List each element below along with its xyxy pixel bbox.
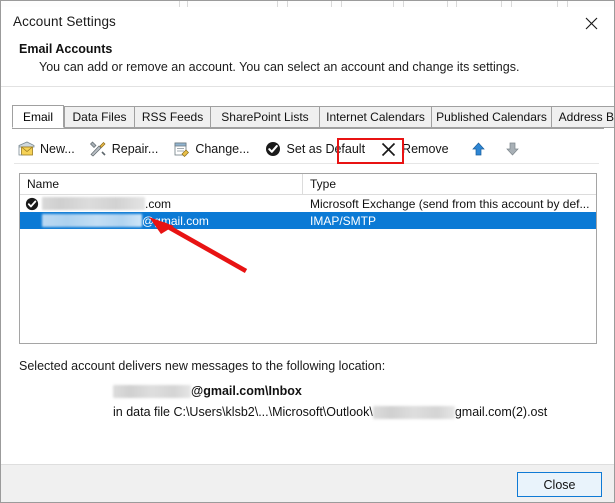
account-name-suffix: .com bbox=[145, 196, 172, 211]
account-name-suffix: @gmail.com bbox=[142, 213, 209, 228]
repair-tools-icon bbox=[89, 140, 107, 158]
account-settings-dialog: Account Settings Email Accounts You can … bbox=[0, 0, 615, 503]
remove-account-button[interactable]: Remove bbox=[376, 137, 456, 161]
delivery-datafile-prefix: in data file C:\Users\klsb2\...\Microsof… bbox=[113, 405, 373, 419]
tab-published-calendars[interactable]: Published Calendars bbox=[431, 106, 552, 128]
dialog-body: Email Data Files RSS Feeds SharePoint Li… bbox=[1, 87, 614, 464]
set-as-default-label: Set as Default bbox=[286, 142, 366, 156]
tab-baseline bbox=[12, 128, 604, 129]
tab-internet-calendars[interactable]: Internet Calendars bbox=[319, 106, 432, 128]
delivery-datafile-suffix: gmail.com(2).ost bbox=[454, 405, 548, 419]
repair-account-button[interactable]: Repair... bbox=[86, 137, 166, 161]
set-as-default-button[interactable]: Set as Default bbox=[261, 137, 373, 161]
tab-rss-feeds[interactable]: RSS Feeds bbox=[134, 106, 211, 128]
default-account-check-icon bbox=[24, 196, 39, 211]
dialog-footer: Close bbox=[1, 464, 614, 502]
title-bar: Account Settings bbox=[1, 7, 614, 41]
new-mail-icon bbox=[17, 140, 35, 158]
arrow-up-icon bbox=[472, 142, 485, 156]
account-name-cell: .com bbox=[20, 195, 303, 212]
table-row[interactable]: .com Microsoft Exchange (send from this … bbox=[20, 195, 596, 212]
redacted-account-name bbox=[42, 214, 142, 227]
delivery-location-label: Selected account delivers new messages t… bbox=[19, 359, 386, 373]
tab-address-books[interactable]: Address Books bbox=[551, 106, 614, 128]
account-type-cell: Microsoft Exchange (send from this accou… bbox=[310, 196, 590, 211]
tab-data-files[interactable]: Data Files bbox=[64, 106, 135, 128]
close-button[interactable]: Close bbox=[517, 472, 602, 497]
account-name-cell: @gmail.com bbox=[20, 212, 303, 229]
list-header-row: Name Type bbox=[20, 174, 596, 195]
delivery-mailbox-suffix: @gmail.com\Inbox bbox=[191, 384, 302, 398]
check-circle-icon bbox=[264, 140, 282, 158]
change-settings-icon bbox=[172, 140, 190, 158]
accounts-list[interactable]: Name Type .com Microsoft Exchange (send … bbox=[19, 173, 597, 344]
repair-account-label: Repair... bbox=[111, 142, 159, 156]
toolbar-divider bbox=[14, 163, 599, 164]
close-x-icon bbox=[585, 17, 597, 29]
column-header-type[interactable]: Type bbox=[303, 174, 596, 194]
tab-sharepoint-lists[interactable]: SharePoint Lists bbox=[210, 106, 320, 128]
change-account-label: Change... bbox=[195, 142, 250, 156]
change-account-button[interactable]: Change... bbox=[169, 137, 256, 161]
move-up-button[interactable] bbox=[468, 138, 490, 160]
remove-account-label: Remove bbox=[402, 142, 449, 156]
accounts-toolbar: New... Repair... Change... Set as Defaul… bbox=[14, 134, 599, 164]
redacted-datafile-name bbox=[372, 405, 455, 419]
delivery-mailbox-path: @gmail.com\Inbox bbox=[113, 384, 302, 398]
redacted-mailbox-name bbox=[113, 384, 191, 398]
arrow-down-icon bbox=[506, 142, 519, 156]
account-type-cell: IMAP/SMTP bbox=[310, 213, 377, 228]
new-account-button[interactable]: New... bbox=[14, 137, 82, 161]
close-window-button[interactable] bbox=[568, 7, 614, 39]
tab-email[interactable]: Email bbox=[12, 105, 64, 128]
window-title: Account Settings bbox=[13, 14, 116, 29]
delivery-datafile-path: in data file C:\Users\klsb2\...\Microsof… bbox=[113, 405, 547, 419]
remove-x-icon bbox=[379, 140, 397, 158]
move-down-button[interactable] bbox=[502, 138, 524, 160]
tab-bar: Email Data Files RSS Feeds SharePoint Li… bbox=[12, 105, 614, 129]
new-account-label: New... bbox=[40, 142, 75, 156]
section-description: You can add or remove an account. You ca… bbox=[39, 60, 520, 74]
section-heading: Email Accounts bbox=[19, 42, 113, 56]
redacted-account-name bbox=[42, 197, 145, 210]
table-row[interactable]: @gmail.com IMAP/SMTP bbox=[20, 212, 596, 229]
column-header-name[interactable]: Name bbox=[20, 174, 303, 194]
